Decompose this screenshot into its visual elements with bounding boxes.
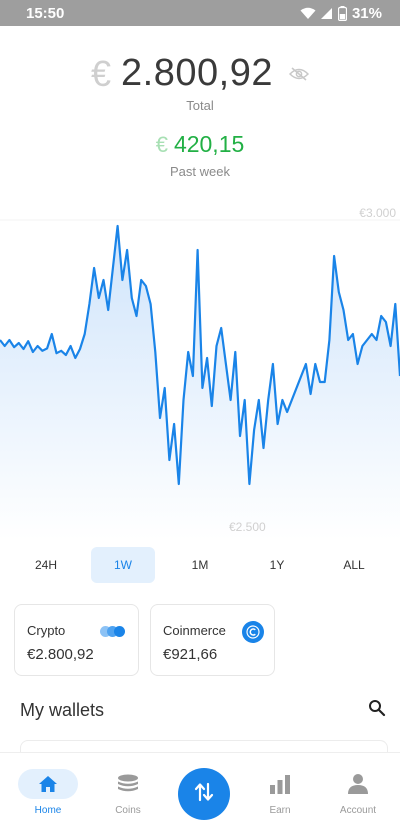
battery-percent: 31% xyxy=(351,4,382,22)
time-range-selector: 24H 1W 1M 1Y ALL xyxy=(14,547,386,583)
range-tab-24h[interactable]: 24H xyxy=(14,547,78,583)
nav-account[interactable]: Account xyxy=(328,769,388,816)
status-icons: 31% xyxy=(300,5,382,22)
wallet-amount: €2.800,92 xyxy=(27,646,94,663)
range-tab-all[interactable]: ALL xyxy=(322,547,386,583)
total-label: Total xyxy=(186,98,214,113)
trade-button[interactable] xyxy=(178,768,230,820)
total-balance: € 2.800,92 xyxy=(0,52,400,95)
search-icon[interactable] xyxy=(368,699,386,722)
bar-chart-icon xyxy=(269,769,291,799)
balance-value: 2.800,92 xyxy=(121,52,273,94)
range-tab-1y[interactable]: 1Y xyxy=(245,547,309,583)
period-label: Past week xyxy=(170,164,230,179)
portfolio-chart[interactable] xyxy=(0,200,400,540)
status-time: 15:50 xyxy=(26,4,65,22)
nav-home-label: Home xyxy=(34,805,62,816)
coins-icon xyxy=(116,769,140,799)
range-tab-1w[interactable]: 1W xyxy=(91,547,155,583)
nav-home[interactable]: Home xyxy=(18,769,78,816)
crypto-coins-icon xyxy=(100,625,126,637)
signal-icon xyxy=(320,7,333,20)
swap-arrows-icon xyxy=(193,781,215,808)
my-wallets-heading: My wallets xyxy=(20,700,105,720)
y-axis-max-label: €3.000 xyxy=(359,206,396,220)
wallet-card-crypto[interactable]: Crypto €2.800,92 xyxy=(14,604,139,676)
nav-coins-label: Coins xyxy=(115,805,141,816)
y-axis-min-label: €2.500 xyxy=(229,520,266,534)
wallet-card-coinmerce[interactable]: Coinmerce €921,66 xyxy=(150,604,275,676)
battery-icon xyxy=(337,5,347,21)
nav-account-label: Account xyxy=(339,805,377,816)
range-tab-1m[interactable]: 1M xyxy=(168,547,232,583)
status-bar: 15:50 31% xyxy=(0,0,400,26)
balance-currency: € xyxy=(91,52,112,94)
chart-area-fill xyxy=(0,226,400,540)
wifi-icon xyxy=(300,7,316,20)
weekly-change: € 420,15 xyxy=(0,131,400,158)
nav-coins[interactable]: Coins xyxy=(98,769,158,816)
change-currency: € xyxy=(155,131,168,157)
user-icon xyxy=(347,769,369,799)
nav-earn[interactable]: Earn xyxy=(250,769,310,816)
portfolio-chart-svg xyxy=(0,219,400,540)
nav-earn-label: Earn xyxy=(269,805,291,816)
coinmerce-logo-icon xyxy=(242,621,264,643)
hide-balance-icon[interactable] xyxy=(288,66,309,81)
change-value: 420,15 xyxy=(173,131,245,157)
wallet-amount: €921,66 xyxy=(163,646,218,663)
home-icon xyxy=(18,769,78,799)
